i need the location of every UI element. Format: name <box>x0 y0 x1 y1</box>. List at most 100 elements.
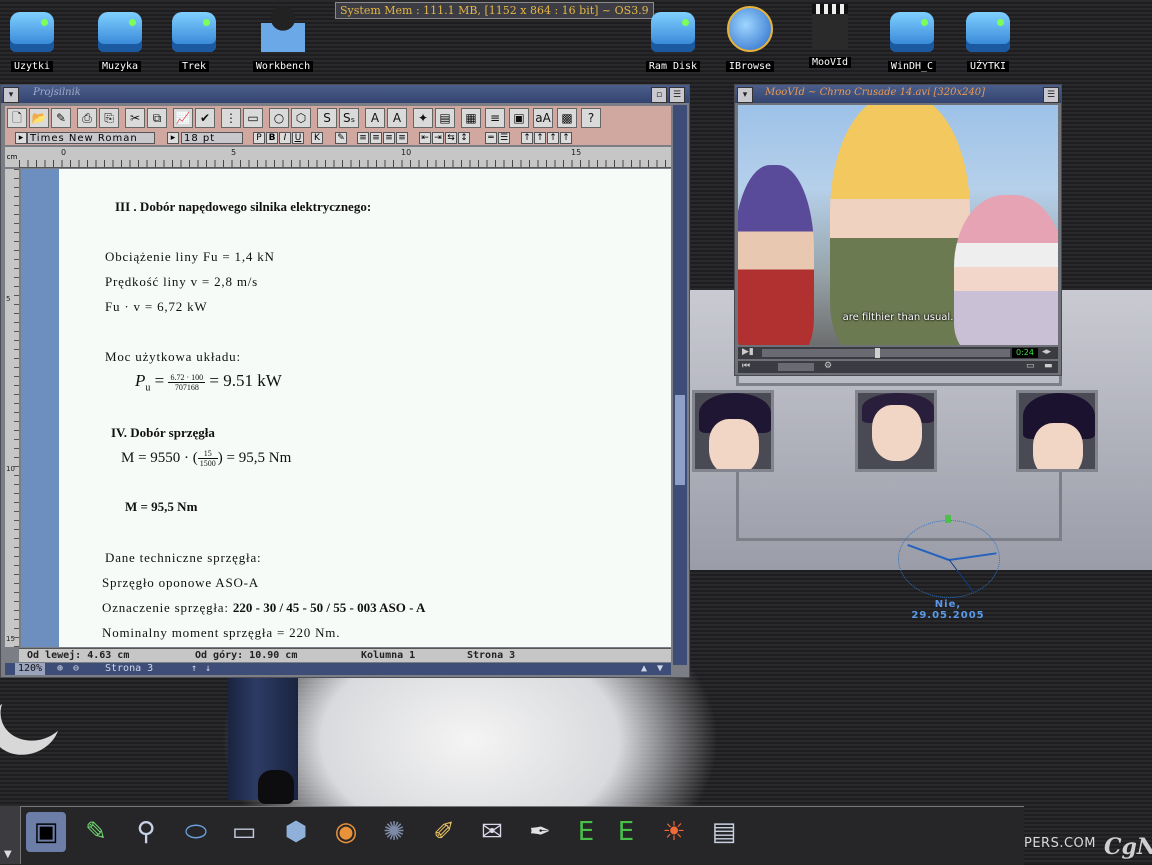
vertical-scrollbar[interactable] <box>673 105 687 665</box>
desktop-icon-uzytki-2[interactable]: UŻYTKI <box>952 12 1024 73</box>
help-icon[interactable]: ? <box>581 108 601 128</box>
italic-button[interactable]: I <box>279 132 291 144</box>
calculator-icon[interactable]: ▩ <box>557 108 577 128</box>
notes-icon[interactable]: ✎ <box>76 812 116 852</box>
editor-2-icon[interactable]: E <box>606 812 646 852</box>
justify-icon[interactable]: ≡ <box>396 132 408 144</box>
desktop-icon-uzytki[interactable]: Uzytki <box>0 12 68 73</box>
tab-icon[interactable]: ⇆ <box>445 132 457 144</box>
seek-handle[interactable] <box>875 348 880 358</box>
desktop-icon-workbench[interactable]: Workbench <box>247 4 319 73</box>
volume-slider[interactable] <box>778 363 814 371</box>
window-menu-button[interactable]: ▾ <box>737 87 753 103</box>
print-preview-icon[interactable]: ⎘ <box>99 108 119 128</box>
calculator-icon[interactable]: ▤ <box>704 812 744 852</box>
copy-icon[interactable]: ⧉ <box>147 108 167 128</box>
dock-app-icon[interactable]: ▣ <box>26 812 66 852</box>
style-s-icon[interactable]: S <box>317 108 337 128</box>
up-arrow-icon[interactable]: ↑ <box>521 132 533 144</box>
desktop-icon-moovid[interactable]: MooVId <box>794 4 866 69</box>
zoom-level[interactable]: 120% <box>15 663 46 675</box>
drive-icon[interactable]: ⬭ <box>176 812 216 852</box>
table-icon[interactable]: ▦ <box>461 108 481 128</box>
video-frame[interactable]: are filthier than usual. <box>738 105 1058 345</box>
window-mode-icon[interactable]: ▭ <box>1026 361 1035 371</box>
text-frame-icon[interactable]: ≡ <box>485 108 505 128</box>
fullscreen-icon[interactable]: ▬ <box>1044 361 1053 371</box>
check-icon[interactable]: ✔ <box>195 108 215 128</box>
list-icon[interactable]: ⋮ <box>221 108 241 128</box>
paint-icon[interactable]: ✐ <box>424 812 464 852</box>
up-arrow-4-icon[interactable]: ↑ <box>560 132 572 144</box>
line-spacing-double-icon[interactable]: ☰ <box>498 132 510 144</box>
font-select-arrow-icon[interactable]: ▸ <box>15 132 27 144</box>
font-name-field[interactable]: Times New Roman <box>27 132 155 144</box>
search-icon[interactable]: ⚲ <box>126 812 166 852</box>
desktop-icon-trek[interactable]: Trek <box>158 12 230 73</box>
window-menu-button[interactable]: ▾ <box>3 87 19 103</box>
window-depth-button[interactable]: ☰ <box>1043 87 1059 103</box>
zoom-out-icon[interactable]: ⊖ <box>73 663 79 675</box>
seek-bar[interactable] <box>762 348 1010 358</box>
align-left-icon[interactable]: ≡ <box>357 132 369 144</box>
new-document-icon[interactable]: 🗋 <box>7 108 27 128</box>
print-icon[interactable]: ⎙ <box>77 108 97 128</box>
page-icon[interactable]: ▭ <box>243 108 263 128</box>
desktop-icon-ibrowse[interactable]: IBrowse <box>714 6 786 73</box>
indent-icon[interactable]: ⇤ <box>419 132 431 144</box>
spell-check-icon[interactable]: aA <box>533 108 553 128</box>
horizontal-ruler[interactable]: 0 5 10 15 <box>19 147 671 168</box>
step-icon[interactable]: ◂▸ <box>1042 347 1051 357</box>
up-arrow-3-icon[interactable]: ↑ <box>547 132 559 144</box>
window-depth-button[interactable]: ☰ <box>669 87 685 103</box>
window-titlebar[interactable]: ▾ MooVId ~ Chrno Crusade 14.avi [320x240… <box>735 85 1061 103</box>
zoom-in-icon[interactable]: ⊕ <box>57 663 63 675</box>
spacing-icon[interactable]: ↕ <box>458 132 470 144</box>
window-iconify-button[interactable]: ▫ <box>651 87 667 103</box>
page-down-icon[interactable]: ↓ <box>205 663 211 675</box>
desktop-icon-muzyka[interactable]: Muzyka <box>84 12 156 73</box>
outdent-icon[interactable]: ⇥ <box>432 132 444 144</box>
align-center-icon[interactable]: ≡ <box>370 132 382 144</box>
polygon-icon[interactable]: ⬡ <box>291 108 311 128</box>
document-properties-icon[interactable]: ▤ <box>435 108 455 128</box>
save-icon[interactable]: ✎ <box>51 108 71 128</box>
subscript-icon[interactable]: Sₛ <box>339 108 359 128</box>
mail-icon[interactable]: ✉ <box>472 812 512 852</box>
plain-button[interactable]: P <box>253 132 265 144</box>
outline-button[interactable]: K <box>311 132 323 144</box>
chart-tool-icon[interactable]: 📈 <box>173 108 193 128</box>
scrollbar-knob[interactable] <box>675 395 685 485</box>
globe-icon[interactable]: ◉ <box>326 812 366 852</box>
circle-shape-icon[interactable]: ○ <box>269 108 289 128</box>
bold-button[interactable]: B <box>266 132 278 144</box>
scroll-down-icon[interactable]: ▼ <box>657 663 663 675</box>
document-page[interactable]: III . Dobór napędowego silnika elektrycz… <box>59 169 671 647</box>
font-grow-icon[interactable]: A <box>365 108 385 128</box>
play-icon[interactable]: ▶▮ <box>742 347 754 357</box>
sun-icon[interactable]: ☀ <box>654 812 694 852</box>
dock-toggle[interactable]: ▼ <box>0 806 21 864</box>
frame-icon[interactable]: ▣ <box>509 108 529 128</box>
window-titlebar[interactable]: ▾ Projsilnik ▫ ☰ <box>1 85 689 103</box>
network-icon[interactable]: ✺ <box>374 812 414 852</box>
skip-icon[interactable]: ⏮ <box>742 361 750 371</box>
underline-button[interactable]: U <box>292 132 304 144</box>
up-arrow-2-icon[interactable]: ↑ <box>534 132 546 144</box>
font-shrink-icon[interactable]: A <box>387 108 407 128</box>
settings-icon[interactable]: ⚙ <box>824 361 832 371</box>
page-up-icon[interactable]: ↑ <box>191 663 197 675</box>
editor-icon[interactable]: E <box>566 812 606 852</box>
size-select-arrow-icon[interactable]: ▸ <box>167 132 179 144</box>
desktop-icon-windh-c[interactable]: WinDH_C <box>876 12 948 73</box>
font-size-field[interactable]: 18 pt <box>181 132 243 144</box>
scroll-up-icon[interactable]: ▲ <box>641 663 647 675</box>
line-spacing-single-icon[interactable]: ═ <box>485 132 497 144</box>
cube-icon[interactable]: ⬢ <box>276 812 316 852</box>
align-right-icon[interactable]: ≡ <box>383 132 395 144</box>
desktop-icon-ram-disk[interactable]: Ram Disk <box>637 12 709 73</box>
cut-icon[interactable]: ✂ <box>125 108 145 128</box>
shell-window-icon[interactable]: ▭ <box>224 812 264 852</box>
pen-tool-icon[interactable]: ✒ <box>520 812 560 852</box>
graphic-icon[interactable]: ✦ <box>413 108 433 128</box>
